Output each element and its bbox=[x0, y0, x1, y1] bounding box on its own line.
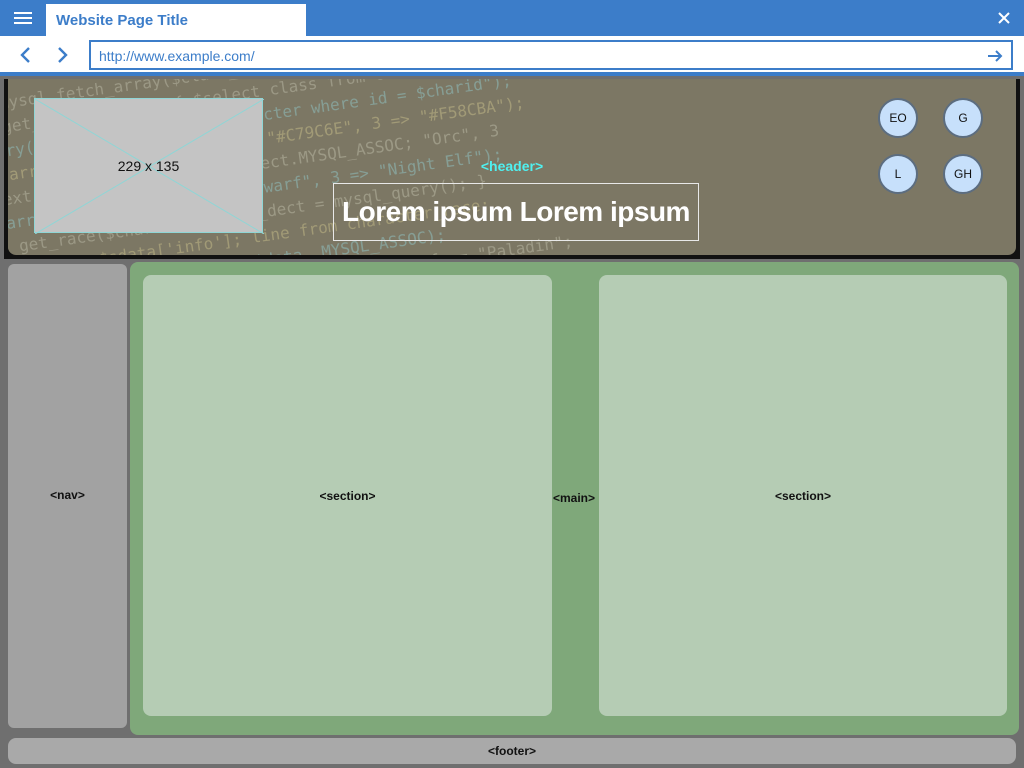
main-region: <section> <main> <section> bbox=[130, 262, 1019, 735]
hamburger-menu-icon[interactable] bbox=[8, 6, 38, 30]
section-left: <section> bbox=[143, 275, 552, 716]
page-content: $sdata = mysql_fetch_array($class_info);… bbox=[0, 76, 1024, 768]
main-label: <main> bbox=[552, 491, 596, 505]
header-button-eo[interactable]: EO bbox=[878, 98, 918, 138]
chevron-right-icon[interactable] bbox=[52, 45, 72, 65]
section-right: <section> bbox=[599, 275, 1007, 716]
hero-title-box: Lorem ipsum Lorem ipsum bbox=[333, 183, 699, 241]
nav-region: <nav> bbox=[8, 264, 127, 728]
header-button-label: EO bbox=[889, 111, 907, 125]
browser-tab[interactable]: Website Page Title bbox=[46, 4, 306, 36]
nav-label: <nav> bbox=[50, 488, 85, 502]
footer-label: <footer> bbox=[487, 744, 536, 758]
header-button-label: G bbox=[958, 111, 968, 125]
section-label: <section> bbox=[319, 489, 376, 503]
tab-title: Website Page Title bbox=[56, 12, 188, 29]
section-label: <section> bbox=[774, 489, 832, 503]
browser-title-bar: Website Page Title bbox=[0, 0, 1024, 36]
chevron-left-icon[interactable] bbox=[16, 45, 36, 65]
url-text: http://www.example.com/ bbox=[99, 48, 255, 64]
header-region: $sdata = mysql_fetch_array($class_info);… bbox=[4, 79, 1020, 259]
close-icon[interactable] bbox=[996, 10, 1012, 26]
header-button-g[interactable]: G bbox=[943, 98, 983, 138]
footer-region: <footer> bbox=[8, 738, 1016, 764]
url-input[interactable]: http://www.example.com/ bbox=[89, 40, 1013, 70]
browser-address-bar: http://www.example.com/ bbox=[0, 36, 1024, 76]
hero-title: Lorem ipsum Lorem ipsum bbox=[342, 196, 690, 227]
header-tag-label: <header> bbox=[480, 158, 544, 174]
arrow-right-icon[interactable] bbox=[985, 46, 1005, 66]
